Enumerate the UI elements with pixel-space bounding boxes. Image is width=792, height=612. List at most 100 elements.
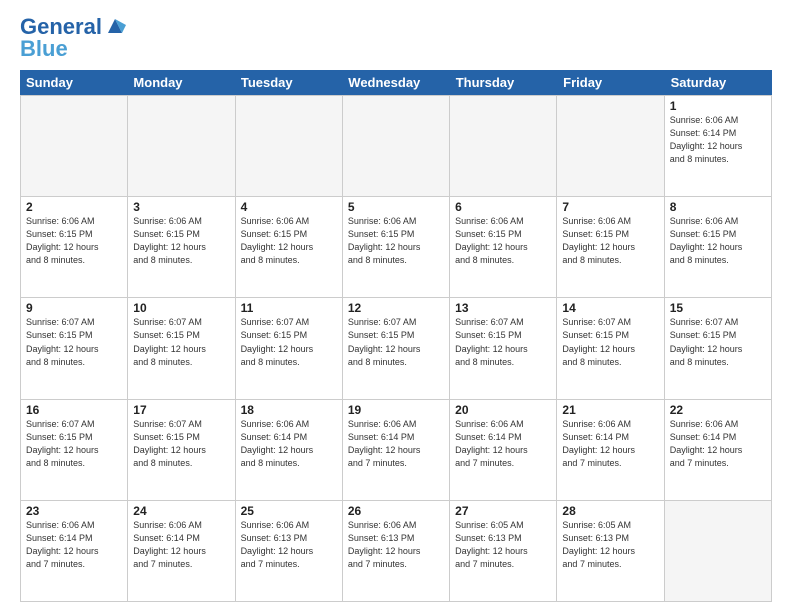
day-info: Sunrise: 6:06 AM Sunset: 6:15 PM Dayligh… xyxy=(348,215,444,267)
calendar-week-2: 2Sunrise: 6:06 AM Sunset: 6:15 PM Daylig… xyxy=(21,197,772,298)
calendar: SundayMondayTuesdayWednesdayThursdayFrid… xyxy=(20,70,772,602)
header-day-monday: Monday xyxy=(127,70,234,95)
calendar-day-empty xyxy=(128,96,235,197)
calendar-week-1: 1Sunrise: 6:06 AM Sunset: 6:14 PM Daylig… xyxy=(21,96,772,197)
day-info: Sunrise: 6:07 AM Sunset: 6:15 PM Dayligh… xyxy=(26,418,122,470)
header-day-wednesday: Wednesday xyxy=(342,70,449,95)
day-info: Sunrise: 6:05 AM Sunset: 6:13 PM Dayligh… xyxy=(562,519,658,571)
calendar-day-empty xyxy=(557,96,664,197)
day-number: 13 xyxy=(455,301,551,315)
day-number: 9 xyxy=(26,301,122,315)
day-number: 10 xyxy=(133,301,229,315)
header-day-saturday: Saturday xyxy=(665,70,772,95)
day-number: 22 xyxy=(670,403,766,417)
day-info: Sunrise: 6:07 AM Sunset: 6:15 PM Dayligh… xyxy=(455,316,551,368)
calendar-day-12: 12Sunrise: 6:07 AM Sunset: 6:15 PM Dayli… xyxy=(343,298,450,399)
calendar-header: SundayMondayTuesdayWednesdayThursdayFrid… xyxy=(20,70,772,95)
day-info: Sunrise: 6:06 AM Sunset: 6:14 PM Dayligh… xyxy=(133,519,229,571)
calendar-day-8: 8Sunrise: 6:06 AM Sunset: 6:15 PM Daylig… xyxy=(665,197,772,298)
calendar-day-23: 23Sunrise: 6:06 AM Sunset: 6:14 PM Dayli… xyxy=(21,501,128,602)
day-number: 12 xyxy=(348,301,444,315)
day-number: 28 xyxy=(562,504,658,518)
calendar-day-24: 24Sunrise: 6:06 AM Sunset: 6:14 PM Dayli… xyxy=(128,501,235,602)
calendar-day-20: 20Sunrise: 6:06 AM Sunset: 6:14 PM Dayli… xyxy=(450,400,557,501)
day-number: 3 xyxy=(133,200,229,214)
day-number: 26 xyxy=(348,504,444,518)
calendar-day-19: 19Sunrise: 6:06 AM Sunset: 6:14 PM Dayli… xyxy=(343,400,450,501)
calendar-day-3: 3Sunrise: 6:06 AM Sunset: 6:15 PM Daylig… xyxy=(128,197,235,298)
day-number: 1 xyxy=(670,99,766,113)
day-number: 21 xyxy=(562,403,658,417)
calendar-day-9: 9Sunrise: 6:07 AM Sunset: 6:15 PM Daylig… xyxy=(21,298,128,399)
calendar-week-3: 9Sunrise: 6:07 AM Sunset: 6:15 PM Daylig… xyxy=(21,298,772,399)
day-info: Sunrise: 6:07 AM Sunset: 6:15 PM Dayligh… xyxy=(241,316,337,368)
day-info: Sunrise: 6:06 AM Sunset: 6:14 PM Dayligh… xyxy=(670,114,766,166)
day-info: Sunrise: 6:06 AM Sunset: 6:15 PM Dayligh… xyxy=(562,215,658,267)
day-info: Sunrise: 6:06 AM Sunset: 6:14 PM Dayligh… xyxy=(562,418,658,470)
calendar-day-26: 26Sunrise: 6:06 AM Sunset: 6:13 PM Dayli… xyxy=(343,501,450,602)
day-number: 24 xyxy=(133,504,229,518)
day-info: Sunrise: 6:07 AM Sunset: 6:15 PM Dayligh… xyxy=(670,316,766,368)
day-info: Sunrise: 6:06 AM Sunset: 6:15 PM Dayligh… xyxy=(241,215,337,267)
calendar-day-22: 22Sunrise: 6:06 AM Sunset: 6:14 PM Dayli… xyxy=(665,400,772,501)
calendar-day-28: 28Sunrise: 6:05 AM Sunset: 6:13 PM Dayli… xyxy=(557,501,664,602)
page: General Blue SundayMondayTuesdayWednesda… xyxy=(0,0,792,612)
day-number: 17 xyxy=(133,403,229,417)
day-info: Sunrise: 6:06 AM Sunset: 6:14 PM Dayligh… xyxy=(348,418,444,470)
calendar-day-7: 7Sunrise: 6:06 AM Sunset: 6:15 PM Daylig… xyxy=(557,197,664,298)
header-day-sunday: Sunday xyxy=(20,70,127,95)
calendar-day-16: 16Sunrise: 6:07 AM Sunset: 6:15 PM Dayli… xyxy=(21,400,128,501)
day-info: Sunrise: 6:06 AM Sunset: 6:14 PM Dayligh… xyxy=(26,519,122,571)
header-day-tuesday: Tuesday xyxy=(235,70,342,95)
day-info: Sunrise: 6:05 AM Sunset: 6:13 PM Dayligh… xyxy=(455,519,551,571)
calendar-day-1: 1Sunrise: 6:06 AM Sunset: 6:14 PM Daylig… xyxy=(665,96,772,197)
logo-text: General xyxy=(20,16,102,38)
day-number: 7 xyxy=(562,200,658,214)
day-number: 16 xyxy=(26,403,122,417)
day-info: Sunrise: 6:07 AM Sunset: 6:15 PM Dayligh… xyxy=(562,316,658,368)
calendar-day-empty xyxy=(450,96,557,197)
day-number: 4 xyxy=(241,200,337,214)
day-info: Sunrise: 6:07 AM Sunset: 6:15 PM Dayligh… xyxy=(348,316,444,368)
day-number: 11 xyxy=(241,301,337,315)
day-number: 27 xyxy=(455,504,551,518)
calendar-day-17: 17Sunrise: 6:07 AM Sunset: 6:15 PM Dayli… xyxy=(128,400,235,501)
calendar-day-5: 5Sunrise: 6:06 AM Sunset: 6:15 PM Daylig… xyxy=(343,197,450,298)
logo-text2: Blue xyxy=(20,38,126,60)
day-info: Sunrise: 6:06 AM Sunset: 6:14 PM Dayligh… xyxy=(455,418,551,470)
calendar-day-empty xyxy=(236,96,343,197)
day-info: Sunrise: 6:07 AM Sunset: 6:15 PM Dayligh… xyxy=(26,316,122,368)
day-number: 25 xyxy=(241,504,337,518)
calendar-day-27: 27Sunrise: 6:05 AM Sunset: 6:13 PM Dayli… xyxy=(450,501,557,602)
day-info: Sunrise: 6:07 AM Sunset: 6:15 PM Dayligh… xyxy=(133,418,229,470)
calendar-body: 1Sunrise: 6:06 AM Sunset: 6:14 PM Daylig… xyxy=(20,95,772,602)
calendar-day-14: 14Sunrise: 6:07 AM Sunset: 6:15 PM Dayli… xyxy=(557,298,664,399)
day-info: Sunrise: 6:06 AM Sunset: 6:14 PM Dayligh… xyxy=(670,418,766,470)
day-number: 18 xyxy=(241,403,337,417)
calendar-day-10: 10Sunrise: 6:07 AM Sunset: 6:15 PM Dayli… xyxy=(128,298,235,399)
day-info: Sunrise: 6:06 AM Sunset: 6:13 PM Dayligh… xyxy=(241,519,337,571)
day-number: 6 xyxy=(455,200,551,214)
day-number: 5 xyxy=(348,200,444,214)
logo-icon xyxy=(104,15,126,37)
day-info: Sunrise: 6:07 AM Sunset: 6:15 PM Dayligh… xyxy=(133,316,229,368)
day-number: 15 xyxy=(670,301,766,315)
header-day-thursday: Thursday xyxy=(450,70,557,95)
calendar-day-2: 2Sunrise: 6:06 AM Sunset: 6:15 PM Daylig… xyxy=(21,197,128,298)
day-number: 14 xyxy=(562,301,658,315)
calendar-day-empty xyxy=(343,96,450,197)
calendar-day-11: 11Sunrise: 6:07 AM Sunset: 6:15 PM Dayli… xyxy=(236,298,343,399)
day-info: Sunrise: 6:06 AM Sunset: 6:15 PM Dayligh… xyxy=(455,215,551,267)
header: General Blue xyxy=(20,16,772,60)
day-info: Sunrise: 6:06 AM Sunset: 6:13 PM Dayligh… xyxy=(348,519,444,571)
logo: General Blue xyxy=(20,16,126,60)
calendar-day-18: 18Sunrise: 6:06 AM Sunset: 6:14 PM Dayli… xyxy=(236,400,343,501)
calendar-week-5: 23Sunrise: 6:06 AM Sunset: 6:14 PM Dayli… xyxy=(21,501,772,602)
calendar-day-empty xyxy=(665,501,772,602)
day-info: Sunrise: 6:06 AM Sunset: 6:14 PM Dayligh… xyxy=(241,418,337,470)
calendar-day-4: 4Sunrise: 6:06 AM Sunset: 6:15 PM Daylig… xyxy=(236,197,343,298)
calendar-day-21: 21Sunrise: 6:06 AM Sunset: 6:14 PM Dayli… xyxy=(557,400,664,501)
day-number: 23 xyxy=(26,504,122,518)
header-day-friday: Friday xyxy=(557,70,664,95)
day-number: 8 xyxy=(670,200,766,214)
